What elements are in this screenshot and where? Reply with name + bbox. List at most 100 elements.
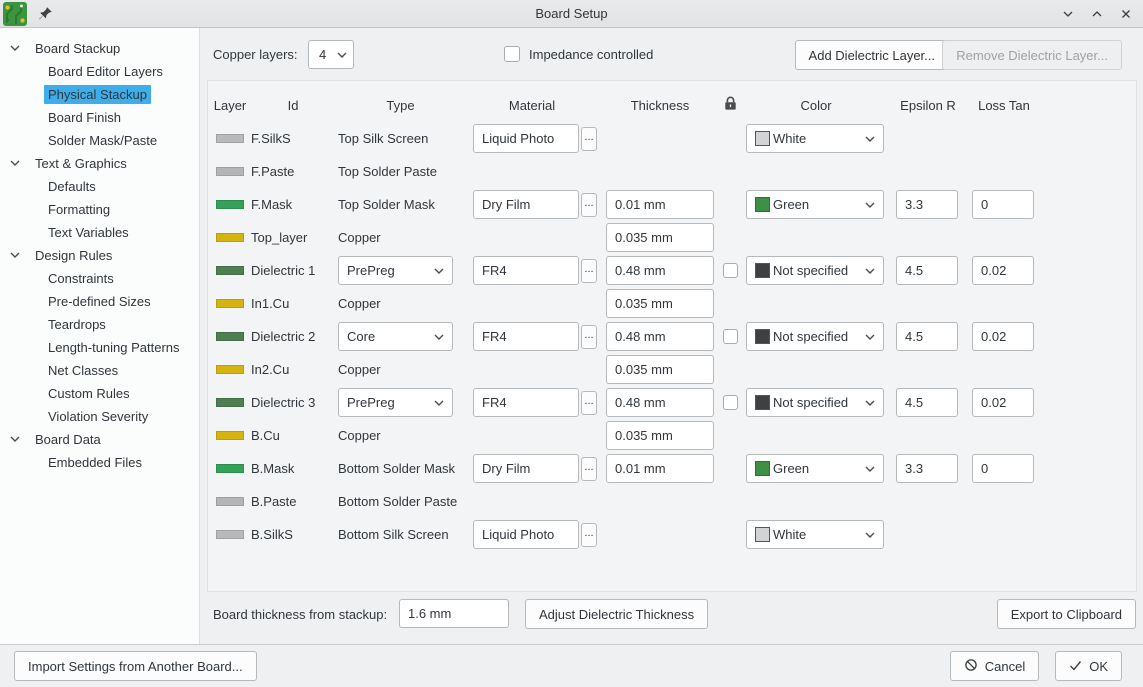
window-close-icon[interactable] (1118, 6, 1134, 22)
material-browse-button[interactable]: ... (581, 259, 597, 283)
dielectric-type-select[interactable]: Core (338, 322, 453, 351)
expander-chevron-down-icon[interactable] (10, 252, 20, 258)
layer-type-label: Top Solder Paste (338, 164, 437, 179)
epsilon-input[interactable] (896, 256, 958, 285)
material-browse-button[interactable]: ... (581, 325, 597, 349)
color-select[interactable]: Not specified (746, 388, 884, 417)
loss-tan-input[interactable] (972, 388, 1034, 417)
sidebar-item-length-tuning-patterns[interactable]: Length-tuning Patterns (0, 336, 199, 359)
header-id: Id (248, 98, 338, 113)
sidebar-item-embedded-files[interactable]: Embedded Files (0, 451, 199, 474)
sidebar-item-formatting[interactable]: Formatting (0, 198, 199, 221)
sidebar-item-custom-rules[interactable]: Custom Rules (0, 382, 199, 405)
chevron-down-icon (337, 52, 347, 58)
thickness-input[interactable] (606, 388, 714, 417)
material-input[interactable] (473, 256, 579, 285)
window-shade-icon[interactable] (1060, 6, 1076, 22)
stackup-table-header: Layer Id Type Material Thickness Color E… (212, 91, 1042, 119)
sidebar-item-pre-defined-sizes[interactable]: Pre-defined Sizes (0, 290, 199, 313)
layer-id: B.SilkS (248, 518, 338, 551)
thickness-input[interactable] (606, 355, 714, 384)
epsilon-input[interactable] (896, 190, 958, 219)
impedance-controlled-checkbox[interactable] (504, 46, 520, 62)
adjust-dielectric-thickness-button[interactable]: Adjust Dielectric Thickness (525, 599, 708, 629)
thickness-input[interactable] (606, 421, 714, 450)
type-select-value: Core (347, 329, 375, 344)
sidebar-item-net-classes[interactable]: Net Classes (0, 359, 199, 382)
expander-chevron-down-icon[interactable] (10, 436, 20, 442)
material-input[interactable] (473, 190, 579, 219)
material-browse-button[interactable]: ... (581, 193, 597, 217)
lock-thickness-checkbox[interactable] (723, 329, 738, 344)
sidebar-item-constraints[interactable]: Constraints (0, 267, 199, 290)
thickness-input[interactable] (606, 223, 714, 252)
sidebar-item-teardrops[interactable]: Teardrops (0, 313, 199, 336)
loss-tan-input[interactable] (972, 454, 1034, 483)
header-color: Color (742, 98, 890, 113)
copper-layers-select[interactable]: 4 (308, 40, 354, 69)
color-select[interactable]: Not specified (746, 256, 884, 285)
loss-tan-input[interactable] (972, 256, 1034, 285)
epsilon-input[interactable] (896, 454, 958, 483)
thickness-input[interactable] (606, 454, 714, 483)
export-to-clipboard-button[interactable]: Export to Clipboard (997, 599, 1136, 629)
sidebar-item-solder-mask-paste[interactable]: Solder Mask/Paste (0, 129, 199, 152)
sidebar-item-text-graphics[interactable]: Text & Graphics (0, 152, 199, 175)
color-select[interactable]: White (746, 124, 884, 153)
add-dielectric-layer-button[interactable]: Add Dielectric Layer... (795, 40, 949, 70)
settings-sidebar: Board StackupBoard Editor LayersPhysical… (0, 28, 200, 644)
layer-id: F.Paste (248, 155, 338, 188)
sidebar-item-board-stackup[interactable]: Board Stackup (0, 37, 199, 60)
thickness-input[interactable] (606, 289, 714, 318)
sidebar-item-board-data[interactable]: Board Data (0, 428, 199, 451)
cancel-button[interactable]: Cancel (950, 651, 1039, 681)
epsilon-input[interactable] (896, 388, 958, 417)
ok-button[interactable]: OK (1055, 651, 1122, 681)
thickness-input[interactable] (606, 190, 714, 219)
header-type: Type (338, 98, 463, 113)
sidebar-item-defaults[interactable]: Defaults (0, 175, 199, 198)
color-select[interactable]: Green (746, 454, 884, 483)
thickness-input[interactable] (606, 322, 714, 351)
layer-id: B.Paste (248, 485, 338, 518)
chevron-down-icon (434, 268, 444, 274)
layer-type-label: Copper (338, 428, 381, 443)
import-settings-button[interactable]: Import Settings from Another Board... (14, 651, 257, 681)
material-input[interactable] (473, 322, 579, 351)
material-browse-button[interactable]: ... (581, 523, 597, 547)
color-select[interactable]: White (746, 520, 884, 549)
table-row: B.MaskBottom Solder Mask...Green (212, 452, 1042, 485)
expander-chevron-down-icon[interactable] (10, 160, 20, 166)
material-browse-button[interactable]: ... (581, 127, 597, 151)
table-row: In2.CuCopper (212, 353, 1042, 386)
color-select[interactable]: Not specified (746, 322, 884, 351)
window-maximize-icon[interactable] (1089, 6, 1105, 22)
sidebar-item-violation-severity[interactable]: Violation Severity (0, 405, 199, 428)
thickness-input[interactable] (606, 256, 714, 285)
lock-thickness-checkbox[interactable] (723, 263, 738, 278)
material-input[interactable] (473, 520, 579, 549)
expander-chevron-down-icon[interactable] (10, 45, 20, 51)
color-select[interactable]: Green (746, 190, 884, 219)
window-title: Board Setup (0, 6, 1143, 21)
epsilon-input[interactable] (896, 322, 958, 351)
material-input[interactable] (473, 388, 579, 417)
loss-tan-input[interactable] (972, 190, 1034, 219)
sidebar-item-text-variables[interactable]: Text Variables (0, 221, 199, 244)
lock-thickness-checkbox[interactable] (723, 395, 738, 410)
material-input[interactable] (473, 124, 579, 153)
dielectric-type-select[interactable]: PrePreg (338, 388, 453, 417)
sidebar-item-design-rules[interactable]: Design Rules (0, 244, 199, 267)
sidebar-item-board-editor-layers[interactable]: Board Editor Layers (0, 60, 199, 83)
chevron-down-icon (434, 400, 444, 406)
sidebar-item-physical-stackup[interactable]: Physical Stackup (0, 83, 199, 106)
material-input[interactable] (473, 454, 579, 483)
material-browse-button[interactable]: ... (581, 457, 597, 481)
loss-tan-input[interactable] (972, 322, 1034, 351)
layer-id: Top_layer (248, 221, 338, 254)
chevron-down-icon (865, 268, 875, 274)
material-browse-button[interactable]: ... (581, 391, 597, 415)
board-thickness-input[interactable] (399, 599, 509, 628)
sidebar-item-board-finish[interactable]: Board Finish (0, 106, 199, 129)
dielectric-type-select[interactable]: PrePreg (338, 256, 453, 285)
